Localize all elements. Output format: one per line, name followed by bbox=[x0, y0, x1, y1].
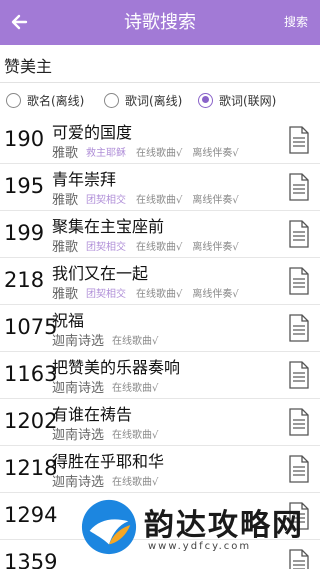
option-title-offline[interactable]: 歌名(离线) bbox=[6, 90, 84, 110]
availability-tag: 在线歌曲√ bbox=[136, 288, 183, 300]
song-source: 迦南诗选 bbox=[52, 380, 105, 396]
page-title: 诗歌搜索 bbox=[124, 12, 196, 33]
availability-tag: 在线歌曲√ bbox=[136, 241, 183, 253]
song-number: 1163 bbox=[4, 362, 58, 386]
song-meta: 迦南诗选 在线歌曲√ bbox=[52, 330, 168, 349]
song-meta: 迦南诗选 在线歌曲√ bbox=[52, 424, 168, 443]
song-source: 雅歌 bbox=[52, 192, 79, 208]
result-row[interactable]: 1202 有谁在祷告 迦南诗选 在线歌曲√ bbox=[0, 399, 320, 446]
song-meta: 雅歌 团契相交 在线歌曲√ 离线伴奏√ bbox=[52, 236, 249, 255]
song-meta: 迦南诗选 在线歌曲√ bbox=[52, 377, 168, 396]
song-meta: 迦南诗选 在线歌曲√ bbox=[52, 471, 168, 490]
document-icon[interactable] bbox=[288, 455, 310, 483]
option-lyrics-online[interactable]: 歌词(联网) bbox=[198, 90, 276, 110]
result-row[interactable]: 1163 把赞美的乐器奏响 迦南诗选 在线歌曲√ bbox=[0, 352, 320, 399]
document-icon[interactable] bbox=[288, 361, 310, 389]
availability-tag: 在线歌曲√ bbox=[112, 476, 159, 488]
song-title: 得胜在乎耶和华 bbox=[52, 452, 165, 471]
song-source: 雅歌 bbox=[52, 145, 79, 161]
song-number: 1294 bbox=[4, 503, 58, 527]
result-row[interactable]: 190 可爱的国度雅歌 救主耶稣 在线歌曲√ 离线伴奏√ bbox=[0, 117, 320, 164]
availability-tag: 在线歌曲√ bbox=[112, 382, 159, 394]
search-input[interactable] bbox=[4, 53, 314, 77]
availability-tag: 离线伴奏√ bbox=[192, 147, 239, 159]
radio-unchecked-icon bbox=[6, 92, 21, 108]
song-title: 可爱的国度 bbox=[52, 123, 133, 142]
radio-checked-icon bbox=[198, 92, 213, 108]
song-title: 祝福 bbox=[52, 311, 85, 330]
song-number: 199 bbox=[4, 221, 45, 245]
song-number: 195 bbox=[4, 174, 45, 198]
song-category: 团契相交 bbox=[86, 288, 127, 300]
search-mode-options: 歌名(离线) 歌词(离线) 歌词(联网) bbox=[0, 84, 320, 116]
song-number: 218 bbox=[4, 268, 45, 292]
radio-unchecked-icon bbox=[104, 92, 119, 108]
document-icon[interactable] bbox=[288, 502, 310, 530]
document-icon[interactable] bbox=[288, 126, 310, 154]
search-bar bbox=[0, 45, 320, 83]
availability-tag: 离线伴奏√ bbox=[192, 288, 239, 300]
song-title: 聚集在主宝座前 bbox=[52, 217, 165, 236]
document-icon[interactable] bbox=[288, 267, 310, 295]
song-number: 1218 bbox=[4, 456, 58, 480]
song-meta: 雅歌 救主耶稣 在线歌曲√ 离线伴奏√ bbox=[52, 142, 249, 161]
document-icon[interactable] bbox=[288, 314, 310, 342]
song-category: 团契相交 bbox=[86, 194, 127, 206]
song-meta: 雅歌 团契相交 在线歌曲√ 离线伴奏√ bbox=[52, 283, 249, 302]
song-source: 雅歌 bbox=[52, 286, 79, 302]
option-label: 歌词(离线) bbox=[125, 93, 183, 108]
document-icon[interactable] bbox=[288, 408, 310, 436]
option-label: 歌词(联网) bbox=[219, 93, 277, 108]
song-number: 190 bbox=[4, 127, 45, 151]
song-source: 迦南诗选 bbox=[52, 333, 105, 349]
song-title: 我们又在一起 bbox=[52, 264, 149, 283]
search-button[interactable]: 搜索 bbox=[284, 0, 308, 45]
result-row[interactable]: 1075 祝福 迦南诗选 在线歌曲√ bbox=[0, 305, 320, 352]
result-row[interactable]: 1294 bbox=[0, 493, 320, 540]
song-number: 1075 bbox=[4, 315, 58, 339]
song-source: 迦南诗选 bbox=[52, 474, 105, 490]
song-number: 1202 bbox=[4, 409, 58, 433]
availability-tag: 离线伴奏√ bbox=[192, 194, 239, 206]
app-header: 诗歌搜索 搜索 bbox=[0, 0, 320, 45]
availability-tag: 在线歌曲√ bbox=[136, 147, 183, 159]
availability-tag: 在线歌曲√ bbox=[136, 194, 183, 206]
song-title: 有谁在祷告 bbox=[52, 405, 133, 424]
option-lyrics-offline[interactable]: 歌词(离线) bbox=[104, 90, 182, 110]
availability-tag: 离线伴奏√ bbox=[192, 241, 239, 253]
song-number: 1359 bbox=[4, 550, 58, 569]
result-row[interactable]: 218 我们又在一起 雅歌 团契相交 在线歌曲√ 离线伴奏√ bbox=[0, 258, 320, 305]
document-icon[interactable] bbox=[288, 173, 310, 201]
song-category: 救主耶稣 bbox=[86, 147, 127, 159]
result-row[interactable]: 1359 bbox=[0, 540, 320, 569]
option-label: 歌名(离线) bbox=[27, 93, 85, 108]
back-arrow-icon[interactable] bbox=[6, 8, 34, 36]
document-icon[interactable] bbox=[288, 549, 310, 569]
availability-tag: 在线歌曲√ bbox=[112, 429, 159, 441]
song-title: 把赞美的乐器奏响 bbox=[52, 358, 181, 377]
song-meta: 雅歌 团契相交 在线歌曲√ 离线伴奏√ bbox=[52, 189, 249, 208]
song-title: 青年崇拜 bbox=[52, 170, 117, 189]
result-row[interactable]: 199 聚集在主宝座前 雅歌 团契相交 在线歌曲√ 离线伴奏√ bbox=[0, 211, 320, 258]
availability-tag: 在线歌曲√ bbox=[112, 335, 159, 347]
song-source: 雅歌 bbox=[52, 239, 79, 255]
result-row[interactable]: 195 青年崇拜雅歌 团契相交 在线歌曲√ 离线伴奏√ bbox=[0, 164, 320, 211]
song-source: 迦南诗选 bbox=[52, 427, 105, 443]
song-category: 团契相交 bbox=[86, 241, 127, 253]
result-row[interactable]: 1218 得胜在乎耶和华 迦南诗选 在线歌曲√ bbox=[0, 446, 320, 493]
document-icon[interactable] bbox=[288, 220, 310, 248]
